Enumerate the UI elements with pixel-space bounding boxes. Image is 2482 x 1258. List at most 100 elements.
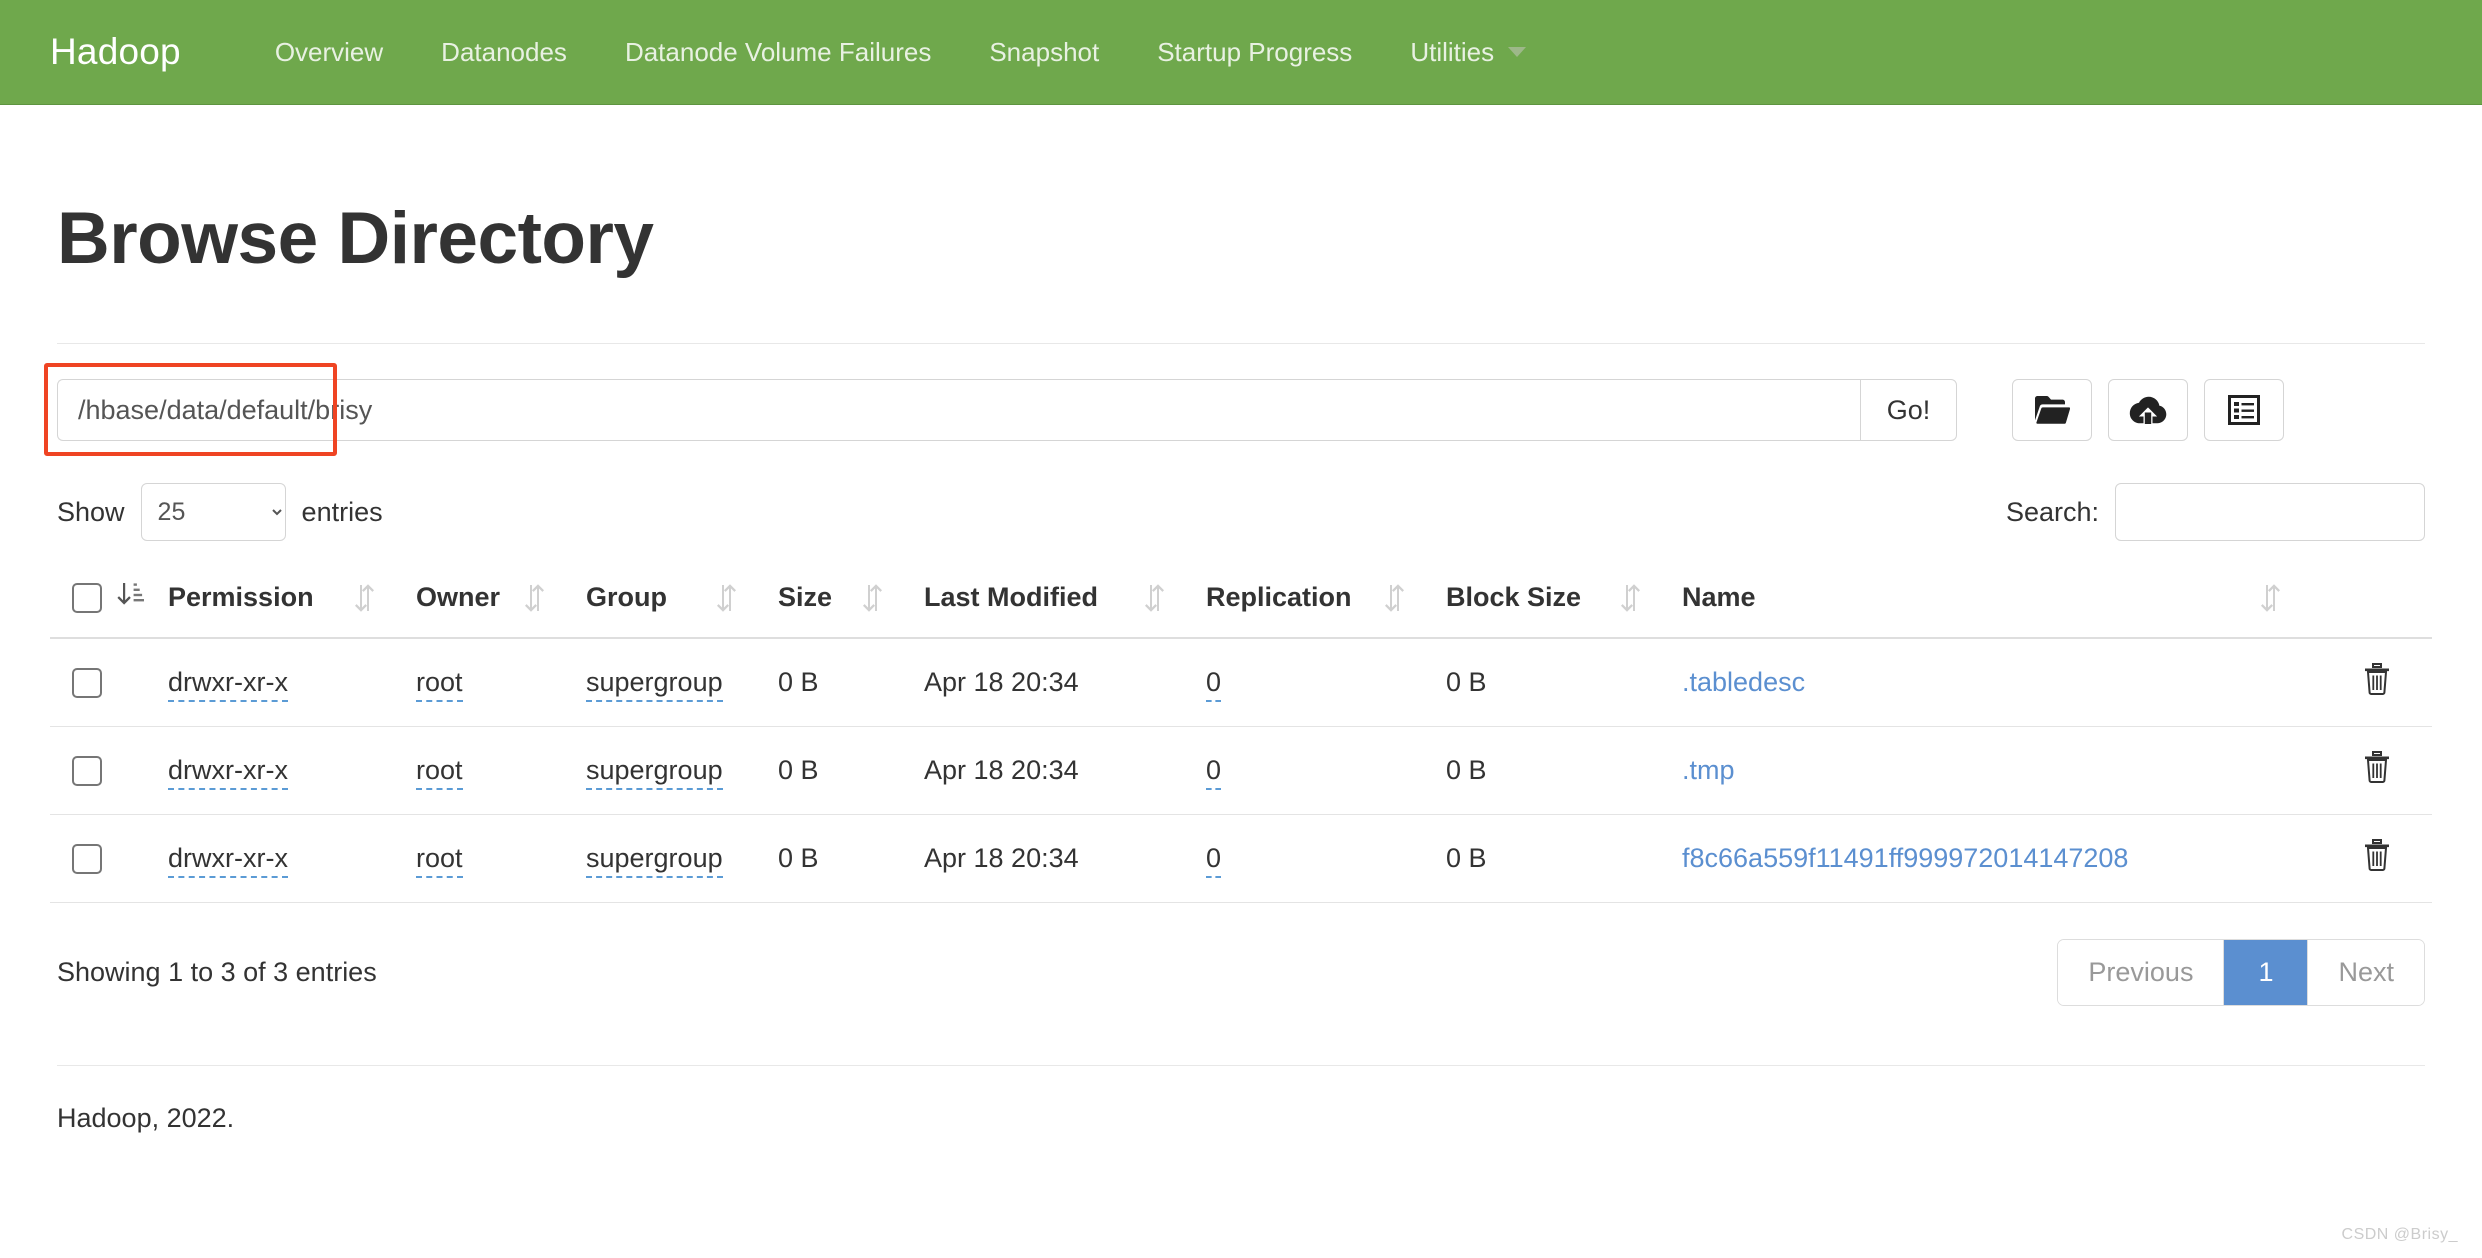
site-footer: Hadoop, 2022. <box>57 1103 235 1133</box>
cell-owner: root <box>416 638 586 727</box>
file-name-link[interactable]: .tmp <box>1682 755 1735 785</box>
sort-arrows-icon <box>354 583 376 613</box>
owner-value[interactable]: root <box>416 755 463 790</box>
delete-row-button[interactable] <box>2363 663 2391 698</box>
row-checkbox[interactable] <box>72 844 102 875</box>
col-size[interactable]: Size <box>778 566 924 639</box>
cell-permission: drwxr-xr-x <box>168 726 416 815</box>
page-title: Browse Directory <box>57 198 654 279</box>
sort-arrows-icon <box>524 583 546 613</box>
cell-actions <box>2322 726 2432 815</box>
cut-paste-button[interactable] <box>2204 379 2284 441</box>
nav-item-utilities-label: Utilities <box>1410 36 1495 67</box>
nav-item-snapshot[interactable]: Snapshot <box>960 37 1128 68</box>
cell-permission: drwxr-xr-x <box>168 814 416 903</box>
create-directory-button[interactable] <box>2012 379 2092 441</box>
entries-per-page-select[interactable]: 25 <box>140 483 286 541</box>
nav-item-datanodes[interactable]: Datanodes <box>412 37 596 68</box>
row-spacer-cell <box>116 814 168 903</box>
cell-replication: 0 <box>1206 638 1446 727</box>
folder-open-icon <box>2034 395 2070 425</box>
sort-arrows-icon <box>1144 583 1166 613</box>
col-group[interactable]: Group <box>586 566 778 639</box>
nav-item-utilities[interactable]: Utilities <box>1381 37 1555 68</box>
owner-value[interactable]: root <box>416 667 463 702</box>
entries-length-control: Show 25 entries <box>57 483 383 541</box>
cell-permission: drwxr-xr-x <box>168 638 416 727</box>
search-input[interactable] <box>2115 483 2425 541</box>
path-input-wrapper <box>44 363 1860 456</box>
col-sort-amount[interactable] <box>116 566 168 639</box>
nav-links: Overview Datanodes Datanode Volume Failu… <box>246 37 1555 68</box>
sort-amount-down-icon <box>116 583 144 614</box>
cell-group: supergroup <box>586 814 778 903</box>
replication-value[interactable]: 0 <box>1206 667 1222 702</box>
pagination-previous-button[interactable]: Previous <box>2058 940 2225 1005</box>
cell-actions <box>2322 814 2432 903</box>
watermark: CSDN @Brisy_ <box>2341 1226 2458 1243</box>
sort-arrows-icon <box>1384 583 1406 613</box>
owner-value[interactable]: root <box>416 843 463 878</box>
col-replication[interactable]: Replication <box>1206 566 1446 639</box>
cell-size: 0 B <box>778 814 924 903</box>
permission-value[interactable]: drwxr-xr-x <box>168 755 288 790</box>
group-value[interactable]: supergroup <box>586 755 723 790</box>
col-owner[interactable]: Owner <box>416 566 586 639</box>
search-control: Search: <box>2006 483 2425 541</box>
permission-value[interactable]: drwxr-xr-x <box>168 667 288 702</box>
table-header-row: Permission Owner Group Size Last Modifie… <box>50 566 2432 639</box>
replication-value[interactable]: 0 <box>1206 843 1222 878</box>
col-size-label: Size <box>778 582 833 612</box>
row-spacer-cell <box>116 638 168 727</box>
row-checkbox[interactable] <box>72 756 102 787</box>
cell-size: 0 B <box>778 726 924 815</box>
cell-owner: root <box>416 726 586 815</box>
replication-value[interactable]: 0 <box>1206 755 1222 790</box>
col-last-modified[interactable]: Last Modified <box>924 566 1206 639</box>
pagination: Previous 1 Next <box>2057 939 2425 1006</box>
pagination-page-1-button[interactable]: 1 <box>2224 940 2309 1005</box>
select-all-checkbox[interactable] <box>72 583 102 614</box>
delete-row-button[interactable] <box>2363 751 2391 786</box>
permission-value[interactable]: drwxr-xr-x <box>168 843 288 878</box>
path-toolbar: Go! <box>44 363 2432 456</box>
directory-path-input[interactable] <box>57 379 1860 441</box>
col-replication-label: Replication <box>1206 582 1352 612</box>
pagination-next-button[interactable]: Next <box>2308 940 2424 1005</box>
cell-replication: 0 <box>1206 726 1446 815</box>
col-name[interactable]: Name <box>1682 566 2322 639</box>
cell-size: 0 B <box>778 638 924 727</box>
cell-owner: root <box>416 814 586 903</box>
row-checkbox[interactable] <box>72 668 102 699</box>
go-button[interactable]: Go! <box>1860 379 1957 441</box>
sort-arrows-icon <box>716 583 738 613</box>
title-divider <box>57 343 2425 344</box>
brand-logo[interactable]: Hadoop <box>50 31 181 73</box>
files-table-body: drwxr-xr-x root supergroup 0 B Apr 18 20… <box>50 638 2432 903</box>
col-permission[interactable]: Permission <box>168 566 416 639</box>
cell-replication: 0 <box>1206 814 1446 903</box>
cell-group: supergroup <box>586 726 778 815</box>
file-name-link[interactable]: .tabledesc <box>1682 667 1805 697</box>
nav-item-overview[interactable]: Overview <box>246 37 412 68</box>
delete-row-button[interactable] <box>2363 839 2391 874</box>
cell-last-modified: Apr 18 20:34 <box>924 638 1206 727</box>
upload-files-button[interactable] <box>2108 379 2188 441</box>
cell-name: .tmp <box>1682 726 2322 815</box>
list-alt-icon <box>2228 394 2260 426</box>
cell-actions <box>2322 638 2432 727</box>
col-block-size[interactable]: Block Size <box>1446 566 1682 639</box>
row-spacer-cell <box>116 726 168 815</box>
file-name-link[interactable]: f8c66a559f11491ff999972014147208 <box>1682 843 2128 873</box>
col-block-size-label: Block Size <box>1446 582 1582 612</box>
cell-name: .tabledesc <box>1682 638 2322 727</box>
nav-item-datanode-volume-failures[interactable]: Datanode Volume Failures <box>596 37 960 68</box>
files-table-head: Permission Owner Group Size Last Modifie… <box>50 566 2432 639</box>
path-input-group: Go! <box>44 363 1957 456</box>
group-value[interactable]: supergroup <box>586 667 723 702</box>
nav-item-startup-progress[interactable]: Startup Progress <box>1128 37 1381 68</box>
cloud-upload-icon <box>2129 395 2167 425</box>
cell-block-size: 0 B <box>1446 814 1682 903</box>
group-value[interactable]: supergroup <box>586 843 723 878</box>
top-navbar: Hadoop Overview Datanodes Datanode Volum… <box>0 0 2482 105</box>
